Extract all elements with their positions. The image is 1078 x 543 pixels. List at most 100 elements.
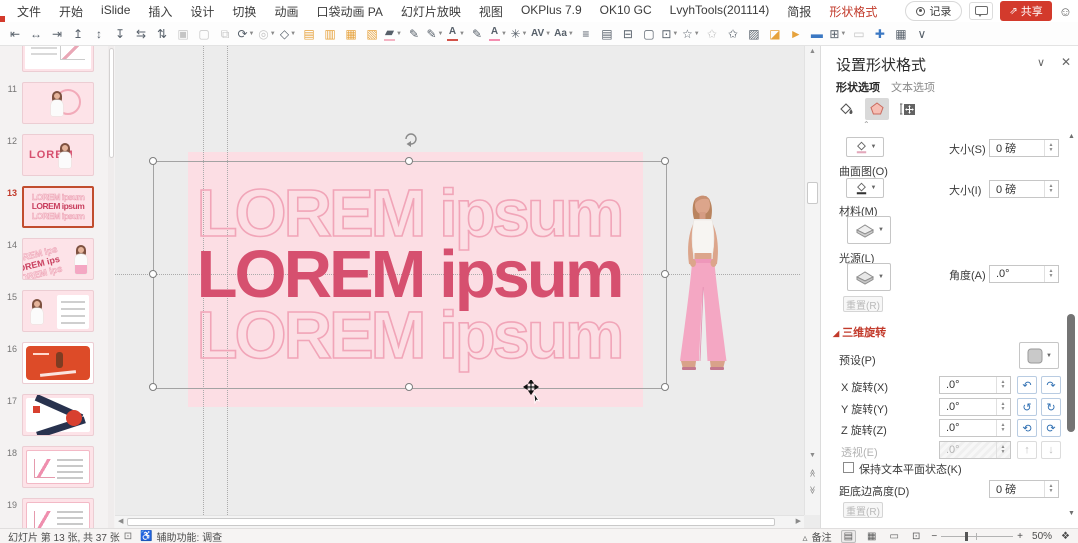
text-effects-icon[interactable]: ✳ ▼ <box>509 24 529 44</box>
rotate-handle-icon[interactable] <box>402 130 419 150</box>
text-box-icon[interactable]: ▬ <box>807 24 827 44</box>
rotate-z-ccw-icon[interactable]: ⟲ <box>1017 419 1037 437</box>
menu-tab-OK10 GC[interactable]: OK10 GC <box>591 3 661 20</box>
zoom-slider[interactable]: − + <box>931 531 1023 542</box>
menu-tab-插入[interactable]: 插入 <box>139 3 181 20</box>
menu-tab-文件[interactable]: 文件 <box>8 3 50 20</box>
panel-close-icon[interactable]: ✕ <box>1061 55 1071 69</box>
horizontal-scroll-thumb[interactable] <box>127 518 775 526</box>
material-dropdown[interactable]: ▼ <box>847 216 891 244</box>
rotation-section-header[interactable]: ◢ 三维旋转 <box>833 324 886 340</box>
star-outline-icon[interactable]: ✩ <box>723 24 743 44</box>
slide-thumbnail-11[interactable] <box>22 82 94 124</box>
menu-tab-切换[interactable]: 切换 <box>223 3 265 20</box>
selection-handle-s[interactable] <box>405 383 413 391</box>
zoom-slider-handle[interactable] <box>965 531 969 541</box>
accessibility-status[interactable]: 辅助功能: 调查 <box>157 529 223 543</box>
change-case-icon[interactable]: Aa ▼ <box>553 24 575 44</box>
rotation-y-input[interactable]: .0° ▲ ▼ <box>939 398 1011 416</box>
size-properties-icon[interactable] <box>896 98 920 120</box>
preset-dropdown[interactable]: ▼ <box>1019 342 1059 369</box>
menu-tab-OKPlus 7.9[interactable]: OKPlus 7.9 <box>512 3 591 20</box>
text-columns-icon[interactable]: ▤ <box>597 24 617 44</box>
slideshow-view-icon[interactable]: ⊡ <box>910 531 922 542</box>
menu-tab-设计[interactable]: 设计 <box>181 3 223 20</box>
scroll-left-icon[interactable]: ◀ <box>118 517 123 525</box>
insert-picture-icon[interactable]: ▦ <box>891 24 911 44</box>
zoom-percentage[interactable]: 50% <box>1032 531 1052 542</box>
distribute-vertically-icon[interactable]: ⇅ <box>152 24 172 44</box>
format-background-icon[interactable]: ◪ <box>765 24 785 44</box>
character-spacing-icon[interactable]: AV ▼ <box>530 24 552 44</box>
align-objects-left-icon[interactable]: ⇤ <box>5 24 25 44</box>
panel-collapse-icon[interactable]: ∨ <box>1037 56 1045 69</box>
font-color-icon[interactable]: A ▼ <box>446 24 466 44</box>
reading-view-icon[interactable]: ▭ <box>887 531 900 542</box>
align-objects-center-icon[interactable]: ↔ <box>26 24 46 44</box>
menu-tab-简报[interactable]: 简报 <box>778 3 820 20</box>
thumbnail-scrollbar[interactable] <box>108 46 114 528</box>
selection-handle-nw[interactable] <box>149 157 157 165</box>
more-tools-icon[interactable]: ∨ <box>912 24 932 44</box>
scroll-down-icon[interactable]: ▼ <box>805 452 820 459</box>
angle-input[interactable]: .0° ▲ ▼ <box>989 265 1059 283</box>
rotate-objects-icon[interactable]: ⟳ ▼ <box>236 24 256 44</box>
display-settings-icon[interactable]: ⊡ <box>124 531 132 542</box>
zoom-out-icon[interactable]: − <box>931 531 937 542</box>
fit-to-window-icon[interactable]: ❖ <box>1061 531 1070 542</box>
record-button[interactable]: 记录 <box>905 1 963 21</box>
slide-thumbnail-17[interactable] <box>22 394 94 436</box>
tab-text-options[interactable]: 文本选项 <box>891 79 935 95</box>
menu-tab-LvyhTools(201114)[interactable]: LvyhTools(201114) <box>661 3 779 20</box>
rotate-y-up-icon[interactable]: ↺ <box>1017 398 1037 416</box>
notes-toggle[interactable]: ▵ 备注 <box>799 529 832 543</box>
align-objects-right-icon[interactable]: ⇥ <box>47 24 67 44</box>
next-slide-icon[interactable]: ≪ <box>805 486 820 495</box>
rotate-x-right-icon[interactable]: ↷ <box>1041 376 1061 394</box>
share-button[interactable]: ⇗ 共享 <box>1000 1 1052 21</box>
slide-canvas[interactable]: LOREM ipsum LOREM ipsum LOREM ipsum ▲ ▼ … <box>115 46 820 528</box>
send-backward-icon[interactable]: ▧ <box>362 24 382 44</box>
rotate-y-down-icon[interactable]: ↻ <box>1041 398 1061 416</box>
align-objects-bottom-icon[interactable]: ↧ <box>110 24 130 44</box>
slide-thumbnail-14[interactable]: OREM ips OREM ips OREM ips <box>22 238 94 280</box>
fill-line-icon[interactable] <box>834 98 858 120</box>
menu-tab-视图[interactable]: 视图 <box>470 3 512 20</box>
tab-shape-options[interactable]: 形状选项 <box>836 79 880 95</box>
menu-tab-iSlide[interactable]: iSlide <box>92 3 139 20</box>
align-objects-top-icon[interactable]: ↥ <box>68 24 88 44</box>
menu-tab-开始[interactable]: 开始 <box>50 3 92 20</box>
accessibility-icon[interactable]: ♿ <box>140 531 152 542</box>
slide-thumbnail-partial[interactable] <box>22 46 94 72</box>
selection-handle-e[interactable] <box>661 270 669 278</box>
smart-align-icon[interactable]: ⊟ <box>618 24 638 44</box>
previous-slide-icon[interactable]: ≪ <box>805 468 820 477</box>
feedback-smiley-icon[interactable]: ☺ <box>1059 4 1072 19</box>
menu-tab-动画[interactable]: 动画 <box>265 3 307 20</box>
keep-text-flat-checkbox[interactable] <box>843 462 854 473</box>
selection-handle-sw[interactable] <box>149 383 157 391</box>
slide-layout-icon[interactable]: ⊞ ▼ <box>828 24 848 44</box>
format-painter-icon[interactable]: ✎ <box>467 24 487 44</box>
menu-tab-形状格式[interactable]: 形状格式 <box>820 3 886 20</box>
distribute-horizontally-icon[interactable]: ⇆ <box>131 24 151 44</box>
slide-sorter-view-icon[interactable]: ▦ <box>865 531 878 542</box>
screenshot-icon[interactable]: ▨ <box>744 24 764 44</box>
scroll-right-icon[interactable]: ▶ <box>796 517 801 525</box>
slide-thumbnail-16[interactable] <box>22 342 94 384</box>
model-photo[interactable] <box>666 192 740 381</box>
selection-handle-se[interactable] <box>661 383 669 391</box>
selection-tool-icon[interactable]: ► <box>786 24 806 44</box>
edit-shape-icon[interactable]: ◇ ▼ <box>278 24 298 44</box>
rotation-z-input[interactable]: .0° ▲ ▼ <box>939 419 1011 437</box>
scroll-up-icon[interactable]: ▲ <box>805 48 820 55</box>
picture-border-icon[interactable]: ⊡ ▼ <box>660 24 680 44</box>
rotation-x-input[interactable]: .0° ▲ ▼ <box>939 376 1011 394</box>
shape-outline-icon[interactable]: ✎ ▼ <box>425 24 445 44</box>
eyedropper-icon[interactable]: ✎ <box>404 24 424 44</box>
bring-to-front-icon[interactable]: ▤ <box>299 24 319 44</box>
selection-handle-n[interactable] <box>405 157 413 165</box>
slide-thumbnail-18[interactable] <box>22 446 94 488</box>
panel-scroll-up-icon[interactable]: ▲ <box>1068 133 1075 140</box>
normal-view-icon[interactable]: ▤ <box>840 529 857 543</box>
